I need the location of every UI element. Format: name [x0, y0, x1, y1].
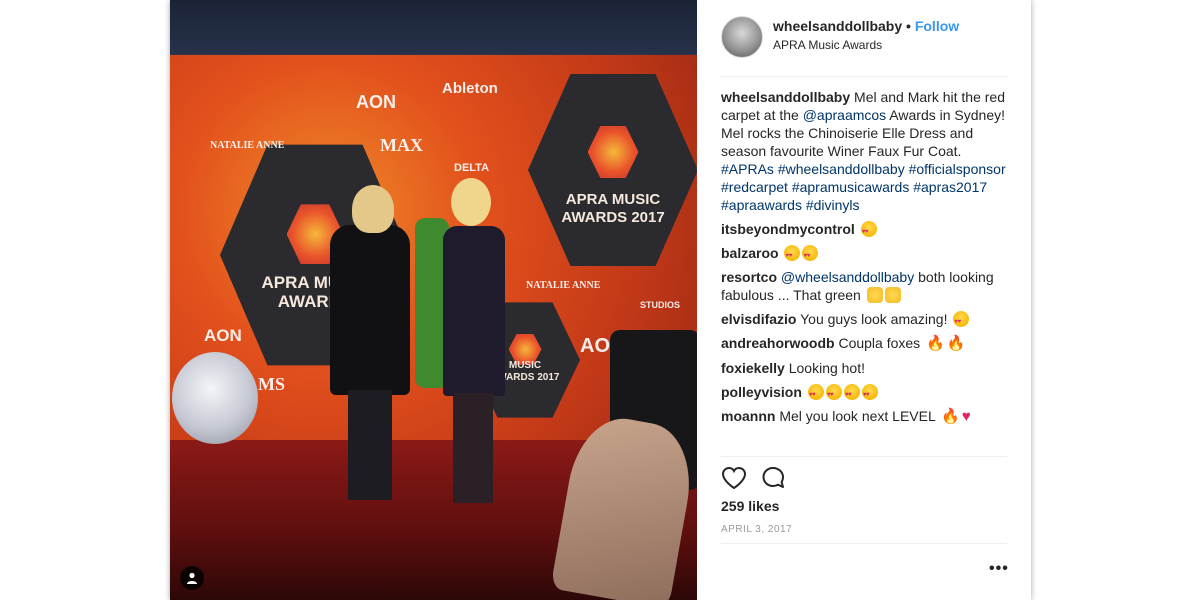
hashtag-link[interactable]: #APRAs: [721, 161, 774, 177]
hex-label: AWARDS 2017: [561, 209, 665, 226]
heart-eyes-emoji-icon: [953, 311, 970, 331]
heart-outline-icon[interactable]: [721, 466, 747, 490]
heart-eyes-emoji-icon: [784, 245, 801, 265]
heart-emoji-icon: ♥: [961, 408, 971, 425]
comment-text: Coupla foxes: [838, 335, 925, 351]
comment-text: You guys look amazing!: [800, 311, 952, 327]
floral-dress: [443, 226, 505, 396]
fire-emoji-icon: 🔥: [941, 408, 960, 425]
comment-item: moannn Mel you look next LEVEL 🔥 ♥: [721, 407, 1007, 426]
sponsor-natalie-anne: NATALIE ANNE: [210, 140, 285, 151]
likes-count[interactable]: 259 likes: [721, 498, 779, 514]
comment-item: balzaroo: [721, 244, 1007, 265]
caption: wheelsanddollbaby Mel and Mark hit the r…: [721, 88, 1007, 214]
comment-item: foxiekelly Looking hot!: [721, 359, 1007, 377]
sponsor-aon: AON: [356, 92, 396, 112]
comment-username[interactable]: elvisdifazio: [721, 311, 796, 327]
hex-label: APRA MUSIC: [565, 191, 661, 208]
kiss-emoji-icon: [861, 384, 878, 404]
comment-bubble-icon[interactable]: [761, 466, 787, 490]
heart-eyes-emoji-icon: [807, 384, 824, 404]
user-tag-icon[interactable]: [180, 566, 204, 590]
comments-list[interactable]: wheelsanddollbaby Mel and Mark hit the r…: [721, 88, 1007, 456]
blonde-hair: [451, 178, 491, 226]
mention-link[interactable]: @wheelsanddollbaby: [781, 269, 914, 285]
blonde-hair: [352, 185, 394, 233]
comment-username[interactable]: itsbeyondmycontrol: [721, 221, 855, 237]
sponsor-delta: DELTA: [454, 162, 490, 174]
hashtag-link[interactable]: #apramusicawards: [792, 179, 910, 195]
divider: [721, 543, 1007, 544]
hashtag-link[interactable]: #officialsponsor: [909, 161, 1006, 177]
sponsor-aon: AON: [204, 326, 242, 345]
post-username-row: wheelsanddollbaby • Follow: [773, 18, 959, 34]
person-mel: [415, 178, 525, 508]
hashtag-link[interactable]: #divinyls: [806, 197, 860, 213]
comment-username[interactable]: moannn: [721, 408, 775, 424]
apra-logo-icon: [587, 126, 639, 178]
sponsor-natalie-anne: NATALIE ANNE: [526, 280, 601, 291]
raised-hands-emoji-icon: [884, 287, 901, 303]
hashtag-link[interactable]: #redcarpet: [721, 179, 788, 195]
comment-text: Mel you look next LEVEL: [779, 408, 940, 424]
comment-username[interactable]: andreahorwoodb: [721, 335, 835, 351]
person-mark: [330, 185, 410, 500]
instagram-post-card: APRA MUSIC AWARDS 2017 APRA MUSIC AWARDS…: [170, 0, 1031, 600]
post-date[interactable]: APRIL 3, 2017: [721, 524, 792, 535]
comment-text: Looking hot!: [788, 360, 866, 376]
follow-button[interactable]: Follow: [915, 18, 959, 34]
comment-item: andreahorwoodb Coupla foxes 🔥 🔥: [721, 334, 1007, 353]
comment-username[interactable]: balzaroo: [721, 245, 779, 261]
comment-item: polleyvision: [721, 383, 1007, 404]
post-photo[interactable]: APRA MUSIC AWARDS 2017 APRA MUSIC AWARDS…: [170, 0, 697, 600]
post-header: wheelsanddollbaby • Follow APRA Music Aw…: [721, 14, 1007, 77]
hashtag-link[interactable]: #wheelsanddollbaby: [778, 161, 905, 177]
black-jacket: [330, 225, 410, 395]
comment-username[interactable]: foxiekelly: [721, 360, 785, 376]
kiss-emoji-icon: [825, 384, 842, 404]
comment-username[interactable]: resortco: [721, 269, 777, 285]
caption-text: Awards in Sydney!: [886, 107, 1005, 123]
hashtag-link[interactable]: #apraawards: [721, 197, 802, 213]
post-actions: [721, 466, 1007, 492]
sponsor-ableton: Ableton: [442, 80, 498, 97]
heart-eyes-emoji-icon: [843, 384, 860, 404]
comment-item: elvisdifazio You guys look amazing!: [721, 310, 1007, 331]
location-link[interactable]: APRA Music Awards: [773, 38, 882, 52]
hashtag-link[interactable]: #apras2017: [913, 179, 987, 195]
raised-hands-emoji-icon: [866, 287, 883, 303]
heart-eyes-emoji-icon: [860, 221, 877, 241]
caption-text: Mel rocks the Chinoiserie Elle Dress and…: [721, 125, 974, 159]
sponsor-max: MAX: [380, 135, 423, 155]
mention-link[interactable]: @apraamcos: [803, 107, 886, 123]
separator-dot: •: [906, 18, 911, 34]
comment-item: resortco @wheelsanddollbaby both looking…: [721, 268, 1007, 304]
fire-emoji-icon: 🔥: [946, 335, 966, 352]
sponsor-studios: STUDIOS: [640, 300, 681, 310]
sponsor-ms: MS: [258, 374, 285, 394]
comment-item: itsbeyondmycontrol: [721, 220, 1007, 241]
legs: [348, 390, 392, 500]
fire-emoji-icon: 🔥: [926, 335, 945, 352]
username-link[interactable]: wheelsanddollbaby: [773, 18, 902, 34]
comment-username[interactable]: polleyvision: [721, 384, 802, 400]
avatar[interactable]: [721, 16, 763, 58]
legs: [453, 393, 493, 503]
more-options-icon[interactable]: •••: [989, 561, 1008, 580]
comment-username[interactable]: wheelsanddollbaby: [721, 89, 850, 105]
divider: [721, 456, 1007, 457]
flash-bulb: [172, 352, 258, 444]
post-details-pane: wheelsanddollbaby • Follow APRA Music Aw…: [697, 0, 1031, 600]
heart-eyes-emoji-icon: [802, 245, 819, 265]
